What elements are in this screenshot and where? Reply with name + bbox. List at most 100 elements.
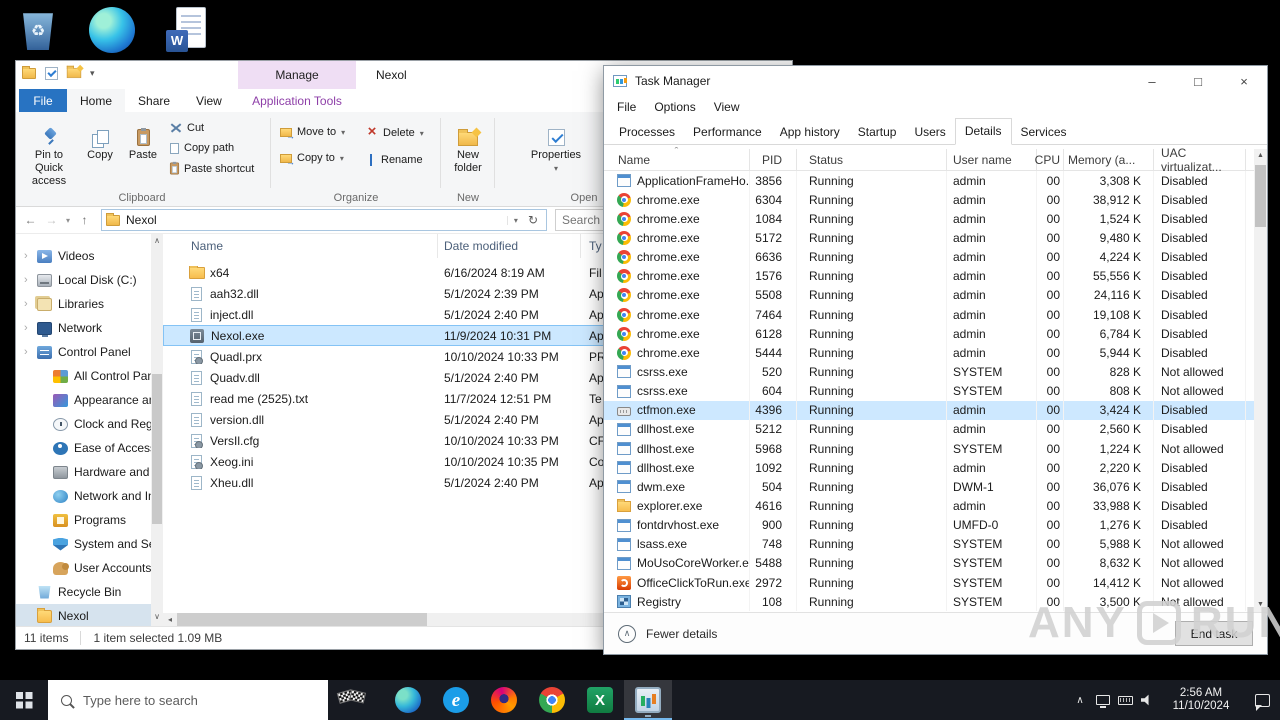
menu-item[interactable]: File: [617, 100, 654, 114]
expand-chevron-icon[interactable]: ›: [24, 322, 31, 334]
process-row[interactable]: chrome.exe 6636 Running admin 00 4,224 K…: [604, 247, 1267, 267]
address-box[interactable]: Nexol ▾ ↻: [101, 209, 547, 231]
process-row[interactable]: ctfmon.exe 4396 Running admin 00 3,424 K…: [604, 400, 1267, 420]
address-path[interactable]: Nexol: [126, 213, 157, 227]
edge-desktop-icon[interactable]: [88, 4, 136, 56]
hidden-icons-chevron-icon[interactable]: ∧: [1068, 695, 1092, 706]
recent-locations-chevron-icon[interactable]: ▾: [62, 216, 74, 225]
taskmgr-titlebar[interactable]: Task Manager – □ ×: [604, 66, 1267, 96]
scroll-down-icon[interactable]: ▼: [1254, 598, 1267, 612]
copy-path-button[interactable]: Copy path: [170, 142, 254, 154]
expand-chevron-icon[interactable]: ›: [24, 346, 31, 358]
tray-network-button[interactable]: [1092, 680, 1114, 720]
copy-button[interactable]: Copy: [80, 115, 120, 162]
back-button[interactable]: ←: [20, 213, 41, 227]
up-button[interactable]: ↑: [74, 213, 95, 227]
contextual-tab-manage[interactable]: Manage: [238, 61, 356, 89]
process-row[interactable]: fontdrvhost.exe 900 Running UMFD-0 00 1,…: [604, 515, 1267, 535]
tab-file[interactable]: File: [19, 89, 67, 112]
process-row[interactable]: OfficeClickToRun.exe 2972 Running SYSTEM…: [604, 572, 1267, 593]
process-row[interactable]: dllhost.exe 5968 Running SYSTEM 00 1,224…: [604, 438, 1267, 459]
sidebar-item[interactable]: › User Accounts: [16, 556, 151, 580]
move-to-button[interactable]: Move to ▾: [280, 126, 345, 141]
sidebar-item[interactable]: › Nexol: [16, 604, 151, 626]
sidebar-item[interactable]: › Appearance an: [16, 388, 151, 412]
vertical-scrollbar[interactable]: ▲ ▼: [1254, 149, 1267, 612]
sidebar-item[interactable]: › Ease of Access: [16, 436, 151, 460]
expand-chevron-icon[interactable]: ›: [24, 298, 31, 310]
taskbar-clock[interactable]: 2:56 AM 11/10/2024: [1158, 687, 1244, 714]
process-row[interactable]: dllhost.exe 1092 Running admin 00 2,220 …: [604, 458, 1267, 478]
action-center-button[interactable]: [1244, 693, 1280, 711]
sidebar-item[interactable]: › All Control Pan: [16, 364, 151, 388]
scrollbar-thumb[interactable]: [1255, 165, 1266, 227]
taskmgr-tab[interactable]: Processes: [610, 120, 684, 145]
column-header-status[interactable]: Status: [797, 149, 947, 170]
start-button[interactable]: [0, 680, 48, 720]
taskmgr-tab[interactable]: Users: [905, 120, 954, 145]
sidebar-item[interactable]: › Local Disk (C:): [16, 268, 151, 292]
sidebar-item[interactable]: › Clock and Regi: [16, 412, 151, 436]
taskbar-search-input[interactable]: Type here to search: [48, 680, 328, 720]
column-header-name[interactable]: ˆ Name: [604, 146, 750, 170]
tray-volume-button[interactable]: [1136, 680, 1158, 720]
scroll-up-icon[interactable]: ▲: [1254, 149, 1267, 163]
end-task-button[interactable]: End task: [1175, 621, 1253, 646]
process-row[interactable]: chrome.exe 1084 Running admin 00 1,524 K…: [604, 209, 1267, 229]
process-row[interactable]: csrss.exe 604 Running SYSTEM 00 808 K No…: [604, 381, 1267, 401]
copy-to-button[interactable]: Copy to ▾: [280, 152, 345, 167]
process-row[interactable]: dllhost.exe 5212 Running admin 00 2,560 …: [604, 419, 1267, 439]
process-row[interactable]: chrome.exe 6128 Running admin 00 6,784 K…: [604, 324, 1267, 344]
sidebar-item[interactable]: › Videos: [16, 244, 151, 268]
taskbar-app-button[interactable]: [480, 680, 528, 720]
process-row[interactable]: chrome.exe 7464 Running admin 00 19,108 …: [604, 304, 1267, 325]
contextual-group-label[interactable]: Application Tools: [238, 89, 356, 112]
paste-button[interactable]: Paste: [122, 115, 164, 162]
sidebar-scrollbar[interactable]: ∧ ∨: [151, 234, 163, 626]
sidebar-item[interactable]: › Control Panel: [16, 340, 151, 364]
paste-shortcut-button[interactable]: Paste shortcut: [169, 161, 254, 175]
scrollbar-thumb[interactable]: [177, 613, 427, 626]
tab-share[interactable]: Share: [125, 89, 183, 112]
process-row[interactable]: ApplicationFrameHo... 3856 Running admin…: [604, 171, 1267, 191]
column-header-name[interactable]: ˆ Name: [163, 234, 438, 258]
taskmgr-tab[interactable]: Startup: [849, 120, 906, 145]
properties-button[interactable]: Properties ▾: [528, 115, 584, 175]
minimize-button[interactable]: –: [1129, 66, 1175, 96]
taskbar-app-button[interactable]: [432, 680, 480, 720]
qat-customize-chevron-icon[interactable]: ▾: [90, 68, 95, 79]
taskbar-app-button[interactable]: [384, 680, 432, 720]
scroll-down-icon[interactable]: ∨: [151, 610, 163, 624]
scrollbar-thumb[interactable]: [152, 374, 162, 524]
close-button[interactable]: ×: [1221, 66, 1267, 96]
column-header-user-name[interactable]: User name: [947, 149, 1037, 170]
column-header-cpu[interactable]: CPU: [1035, 149, 1064, 170]
process-row[interactable]: chrome.exe 5444 Running admin 00 5,944 K…: [604, 343, 1267, 363]
column-header-uac-virtualization[interactable]: UAC virtualizat...: [1154, 146, 1246, 174]
sidebar-item[interactable]: › Libraries: [16, 292, 151, 316]
fewer-details-button[interactable]: ∧ Fewer details: [618, 624, 717, 643]
process-row[interactable]: chrome.exe 6304 Running admin 00 38,912 …: [604, 190, 1267, 210]
menu-item[interactable]: Options: [654, 100, 713, 114]
process-row[interactable]: dwm.exe 504 Running DWM-1 00 36,076 K Di…: [604, 477, 1267, 497]
menu-item[interactable]: View: [714, 100, 758, 114]
taskmgr-tab[interactable]: Services: [1012, 120, 1076, 145]
tab-view[interactable]: View: [183, 89, 235, 112]
address-dropdown-chevron-icon[interactable]: ▾: [506, 215, 524, 225]
maximize-button[interactable]: □: [1175, 66, 1221, 96]
sidebar-item[interactable]: › Hardware and: [16, 460, 151, 484]
taskbar-app-button[interactable]: [624, 680, 672, 720]
pin-to-quick-access-button[interactable]: Pin to Quick access: [20, 115, 78, 188]
tab-home[interactable]: Home: [67, 89, 126, 112]
taskbar-app-button[interactable]: [576, 680, 624, 720]
taskbar-app-button[interactable]: [528, 680, 576, 720]
column-header-pid[interactable]: PID: [750, 149, 797, 170]
word-document-icon[interactable]: W: [162, 4, 210, 56]
taskmgr-tab[interactable]: Details: [954, 118, 1012, 145]
sidebar-item[interactable]: › Recycle Bin: [16, 580, 151, 604]
process-row[interactable]: chrome.exe 1576 Running admin 00 55,556 …: [604, 266, 1267, 286]
recycle-bin-icon[interactable]: [14, 4, 62, 56]
column-header-date-modified[interactable]: Date modified: [438, 234, 581, 258]
refresh-icon[interactable]: ↻: [524, 213, 542, 227]
process-row[interactable]: MoUsoCoreWorker.e... 5488 Running SYSTEM…: [604, 553, 1267, 573]
